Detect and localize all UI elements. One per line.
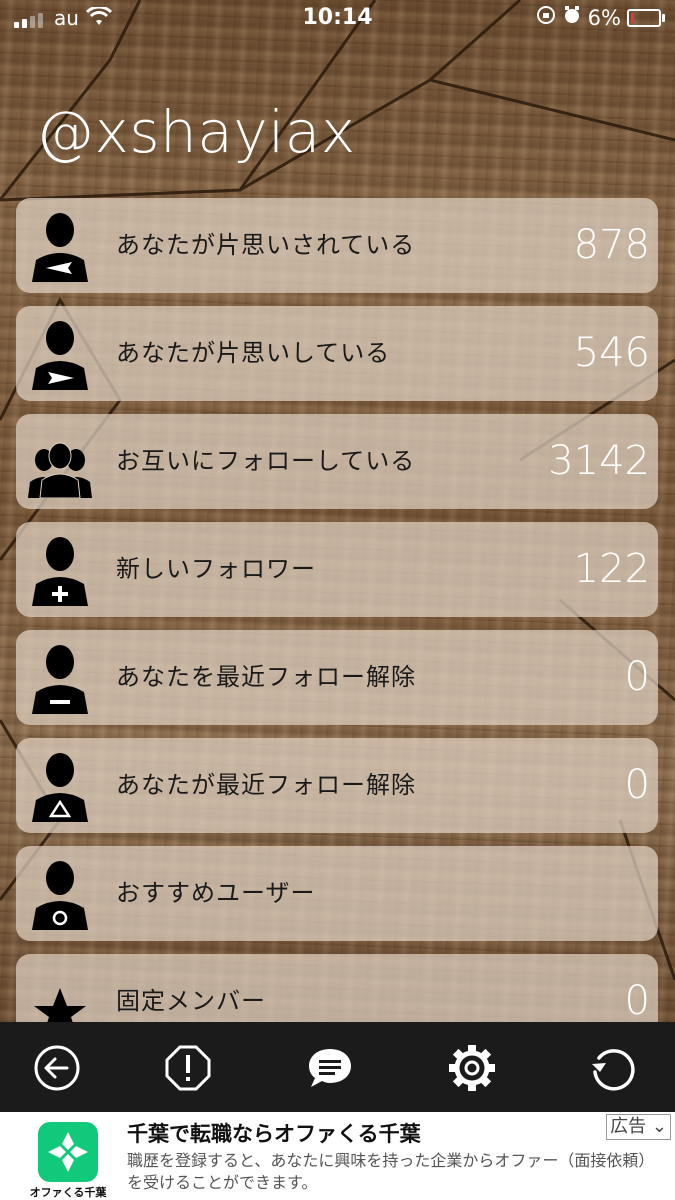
row-one-sided-followers[interactable]: あなたが片思いされている 878	[16, 198, 658, 293]
ad-badge-label: 広告	[610, 1116, 647, 1137]
row-pinned-members[interactable]: 固定メンバー 0	[16, 954, 658, 1022]
row-label: あなたを最近フォロー解除	[116, 663, 416, 691]
alarm-icon	[562, 5, 582, 30]
gear-icon[interactable]	[448, 1044, 496, 1092]
star-icon	[28, 966, 92, 1022]
row-you-recently-unfollowed[interactable]: あなたが最近フォロー解除 0	[16, 738, 658, 833]
row-label: あなたが最近フォロー解除	[116, 771, 416, 799]
row-count: 546	[573, 330, 650, 376]
chat-bubble-icon[interactable]	[306, 1044, 354, 1092]
row-label: 新しいフォロワー	[116, 555, 316, 583]
alert-octagon-icon[interactable]	[164, 1044, 212, 1092]
row-label: あなたが片思いしている	[116, 339, 391, 367]
ad-logo	[38, 1122, 98, 1182]
row-count: 0	[624, 978, 650, 1022]
person-arrow-right-icon	[28, 318, 92, 390]
row-recent-unfollowed-you[interactable]: あなたを最近フォロー解除 0	[16, 630, 658, 725]
stats-list: あなたが片思いされている 878 あなたが片思いしている 546 お互いにフォロ…	[16, 198, 658, 1022]
row-count: 3142	[548, 438, 650, 484]
refresh-icon[interactable]	[589, 1044, 637, 1092]
orientation-lock-icon	[536, 5, 556, 30]
ad-description: 職歴を登録すると、あなたに興味を持った企業からオファー（面接依頼）を受けることが…	[127, 1151, 655, 1192]
row-count: 878	[573, 222, 650, 268]
person-triangle-icon	[28, 750, 92, 822]
row-count: 122	[573, 546, 650, 592]
bottom-toolbar	[0, 1022, 675, 1112]
battery-percent: 6%	[587, 5, 621, 30]
battery-icon	[627, 8, 665, 27]
row-mutual[interactable]: お互いにフォローしている 3142	[16, 414, 658, 509]
row-label: あなたが片思いされている	[116, 231, 416, 259]
row-label: 固定メンバー	[116, 987, 266, 1015]
ad-logo-text: オファくる千葉	[29, 1186, 107, 1199]
person-minus-icon	[28, 642, 92, 714]
status-bar: au 10:14 6%	[0, 0, 675, 38]
back-arrow-icon[interactable]	[33, 1044, 81, 1092]
row-label: おすすめユーザー	[116, 879, 316, 907]
ad-badge[interactable]: 広告 ⌄	[606, 1114, 671, 1140]
status-right: 6%	[536, 5, 665, 30]
row-count: 0	[624, 762, 650, 808]
row-recommended-users[interactable]: おすすめユーザー	[16, 846, 658, 941]
row-one-sided-following[interactable]: あなたが片思いしている 546	[16, 306, 658, 401]
row-count: 0	[624, 654, 650, 700]
ad-headline[interactable]: 千葉で転職ならオファくる千葉	[127, 1118, 421, 1148]
person-circle-icon	[28, 858, 92, 930]
ad-banner[interactable]: オファくる千葉 千葉で転職ならオファくる千葉 職歴を登録すると、あなたに興味を持…	[0, 1112, 675, 1200]
row-new-followers[interactable]: 新しいフォロワー 122	[16, 522, 658, 617]
group-icon	[28, 426, 92, 499]
row-label: お互いにフォローしている	[116, 447, 416, 475]
person-arrow-left-icon	[28, 210, 92, 282]
person-plus-icon	[28, 534, 92, 606]
chevron-down-icon: ⌄	[651, 1116, 667, 1137]
username-title: @xshayiax	[36, 98, 356, 166]
